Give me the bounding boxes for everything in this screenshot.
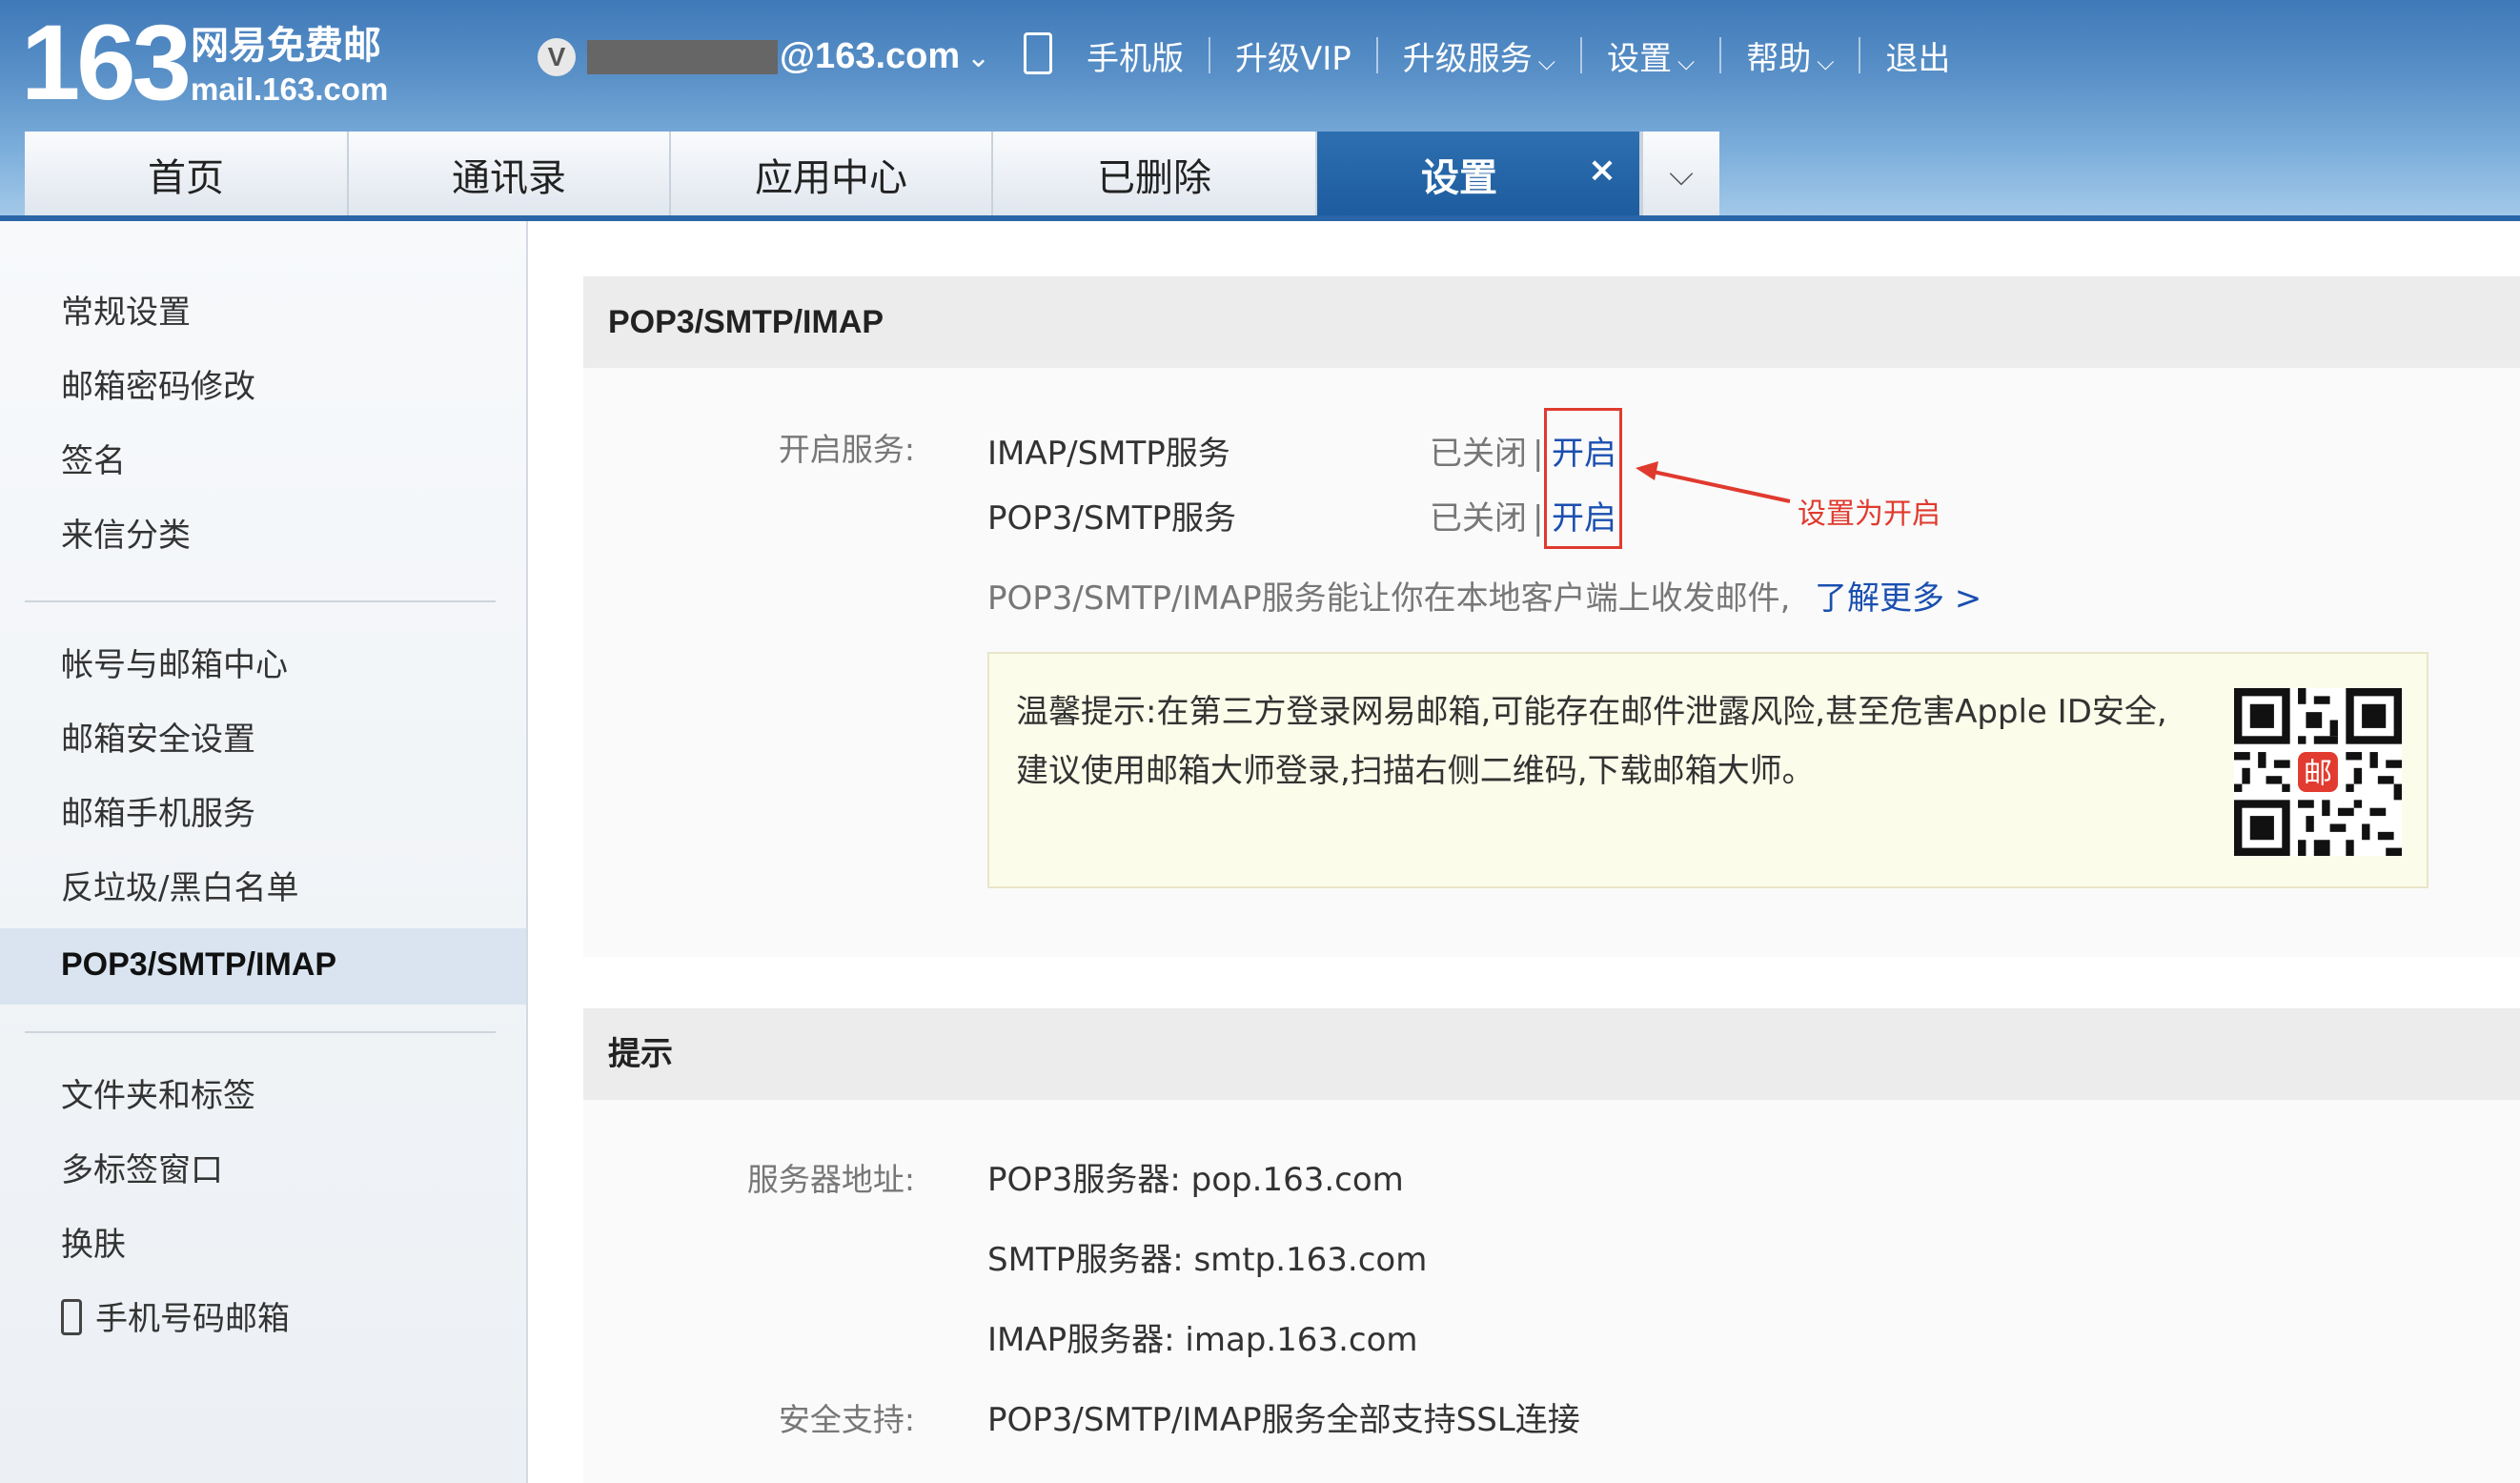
account-domain[interactable]: @163.com: [780, 32, 960, 80]
sidebar-item-folders-labels[interactable]: 文件夹和标签: [61, 1073, 255, 1119]
nav-help-label: 帮助: [1746, 39, 1812, 78]
nav-divider: [1375, 37, 1378, 73]
chevron-down-icon: ⌵: [1817, 48, 1835, 75]
sidebar-item-spam[interactable]: 反垃圾/黑白名单: [61, 865, 298, 911]
sidebar-item-password[interactable]: 邮箱密码修改: [61, 364, 255, 410]
sidebar-item-skin[interactable]: 换肤: [61, 1222, 126, 1268]
logo-text-cn: 网易免费邮: [191, 24, 381, 68]
mobile-phone-icon[interactable]: [1024, 32, 1052, 74]
service-label: 开启服务:: [778, 431, 915, 468]
nav-logout[interactable]: 退出: [1885, 32, 1950, 79]
sidebar-item-mobile-mailbox[interactable]: 手机号码邮箱: [61, 1296, 290, 1342]
annotation-arrow-icon: [1636, 461, 1791, 503]
settings-sidebar: 常规设置 邮箱密码修改 签名 来信分类 帐号与邮箱中心 邮箱安全设置 邮箱手机服…: [0, 221, 528, 1483]
tab-contacts[interactable]: 通讯录: [349, 132, 671, 217]
sidebar-item-mobile-mailbox-label: 手机号码邮箱: [95, 1300, 290, 1338]
vip-badge-icon[interactable]: V: [538, 38, 576, 76]
learn-more-link[interactable]: 了解更多 >: [1815, 576, 1981, 621]
pop3-server: POP3服务器: pop.163.com: [987, 1161, 1404, 1199]
logo-text-en: mail.163.com: [191, 71, 389, 107]
service-description: POP3/SMTP/IMAP服务能让你在本地客户端上收发邮件,: [987, 579, 1791, 618]
account-chevron-down-icon[interactable]: ⌄: [966, 34, 990, 82]
server-address-label: 服务器地址:: [746, 1161, 915, 1198]
tab-app-center[interactable]: 应用中心: [671, 132, 993, 217]
pop3-service-name: POP3/SMTP服务: [987, 499, 1237, 538]
sidebar-item-general[interactable]: 常规设置: [61, 290, 191, 335]
hint-panel-header: [583, 1008, 2520, 1100]
nav-help[interactable]: 帮助 ⌵: [1746, 32, 1834, 79]
tip-text: 温馨提示:在第三方登录网易邮箱,可能存在邮件泄露风险,甚至危害Apple ID安…: [1016, 693, 2167, 790]
qr-badge-text: 邮: [2304, 758, 2332, 791]
nav-mobile-version[interactable]: 手机版: [1087, 32, 1184, 79]
chevron-down-icon: ⌵: [1677, 48, 1696, 75]
chevron-down-icon: ⌵: [1537, 48, 1555, 75]
nav-divider: [1859, 37, 1861, 73]
annotation-highlight-box: [1544, 408, 1622, 549]
close-icon[interactable]: ×: [1588, 151, 1616, 190]
qr-code-icon[interactable]: 邮: [2234, 688, 2402, 856]
smtp-server: SMTP服务器: smtp.163.com: [987, 1241, 1428, 1279]
sidebar-item-account-center[interactable]: 帐号与邮箱中心: [61, 642, 288, 688]
sidebar-item-filters[interactable]: 来信分类: [61, 513, 191, 559]
sidebar-divider: [25, 1031, 496, 1033]
sidebar-item-signature[interactable]: 签名: [61, 438, 126, 484]
imap-service-name: IMAP/SMTP服务: [987, 435, 1230, 473]
hint-panel-title: 提示: [608, 1036, 673, 1072]
imap-server: IMAP服务器: imap.163.com: [987, 1321, 1418, 1359]
nav-upgrade-service[interactable]: 升级服务 ⌵: [1403, 32, 1555, 79]
mobile-phone-icon: [61, 1298, 82, 1335]
status-separator: |: [1533, 499, 1544, 538]
nav-settings-label: 设置: [1607, 39, 1672, 78]
sidebar-divider: [25, 600, 496, 602]
tab-settings[interactable]: 设置 ×: [1317, 132, 1641, 217]
tip-box: 温馨提示:在第三方登录网易邮箱,可能存在邮件泄露风险,甚至危害Apple ID安…: [987, 652, 2429, 888]
pop3-status: 已关闭: [1430, 499, 1527, 538]
nav-divider: [1580, 37, 1582, 73]
sidebar-item-security[interactable]: 邮箱安全设置: [61, 717, 255, 762]
annotation-text: 设置为开启: [1798, 498, 1941, 531]
nav-settings[interactable]: 设置 ⌵: [1607, 32, 1695, 79]
sidebar-item-mobile-service[interactable]: 邮箱手机服务: [61, 791, 255, 837]
imap-status: 已关闭: [1430, 435, 1527, 473]
logo-number[interactable]: 163: [21, 6, 192, 120]
top-nav: 手机版 升级VIP 升级服务 ⌵ 设置 ⌵ 帮助 ⌵ 退出: [1087, 30, 1950, 80]
security-label: 安全支持:: [778, 1401, 915, 1438]
nav-divider: [1209, 37, 1210, 73]
nav-divider: [1719, 37, 1722, 73]
security-value: POP3/SMTP/IMAP服务全部支持SSL连接: [987, 1401, 1580, 1439]
tab-deleted[interactable]: 已删除: [993, 132, 1317, 217]
sidebar-item-multi-tab[interactable]: 多标签窗口: [61, 1148, 223, 1193]
nav-upgrade-service-label: 升级服务: [1402, 39, 1533, 78]
tab-home[interactable]: 首页: [25, 132, 349, 217]
pop-panel-title: POP3/SMTP/IMAP: [608, 304, 884, 340]
tab-more-chevron-down-icon[interactable]: ⌵: [1641, 132, 1719, 217]
tab-settings-label: 设置: [1421, 156, 1497, 200]
nav-upgrade-vip[interactable]: 升级VIP: [1235, 32, 1351, 79]
account-name-redacted: [587, 40, 778, 74]
sidebar-item-pop3-smtp-imap[interactable]: POP3/SMTP/IMAP: [61, 942, 336, 987]
status-separator: |: [1533, 435, 1544, 473]
